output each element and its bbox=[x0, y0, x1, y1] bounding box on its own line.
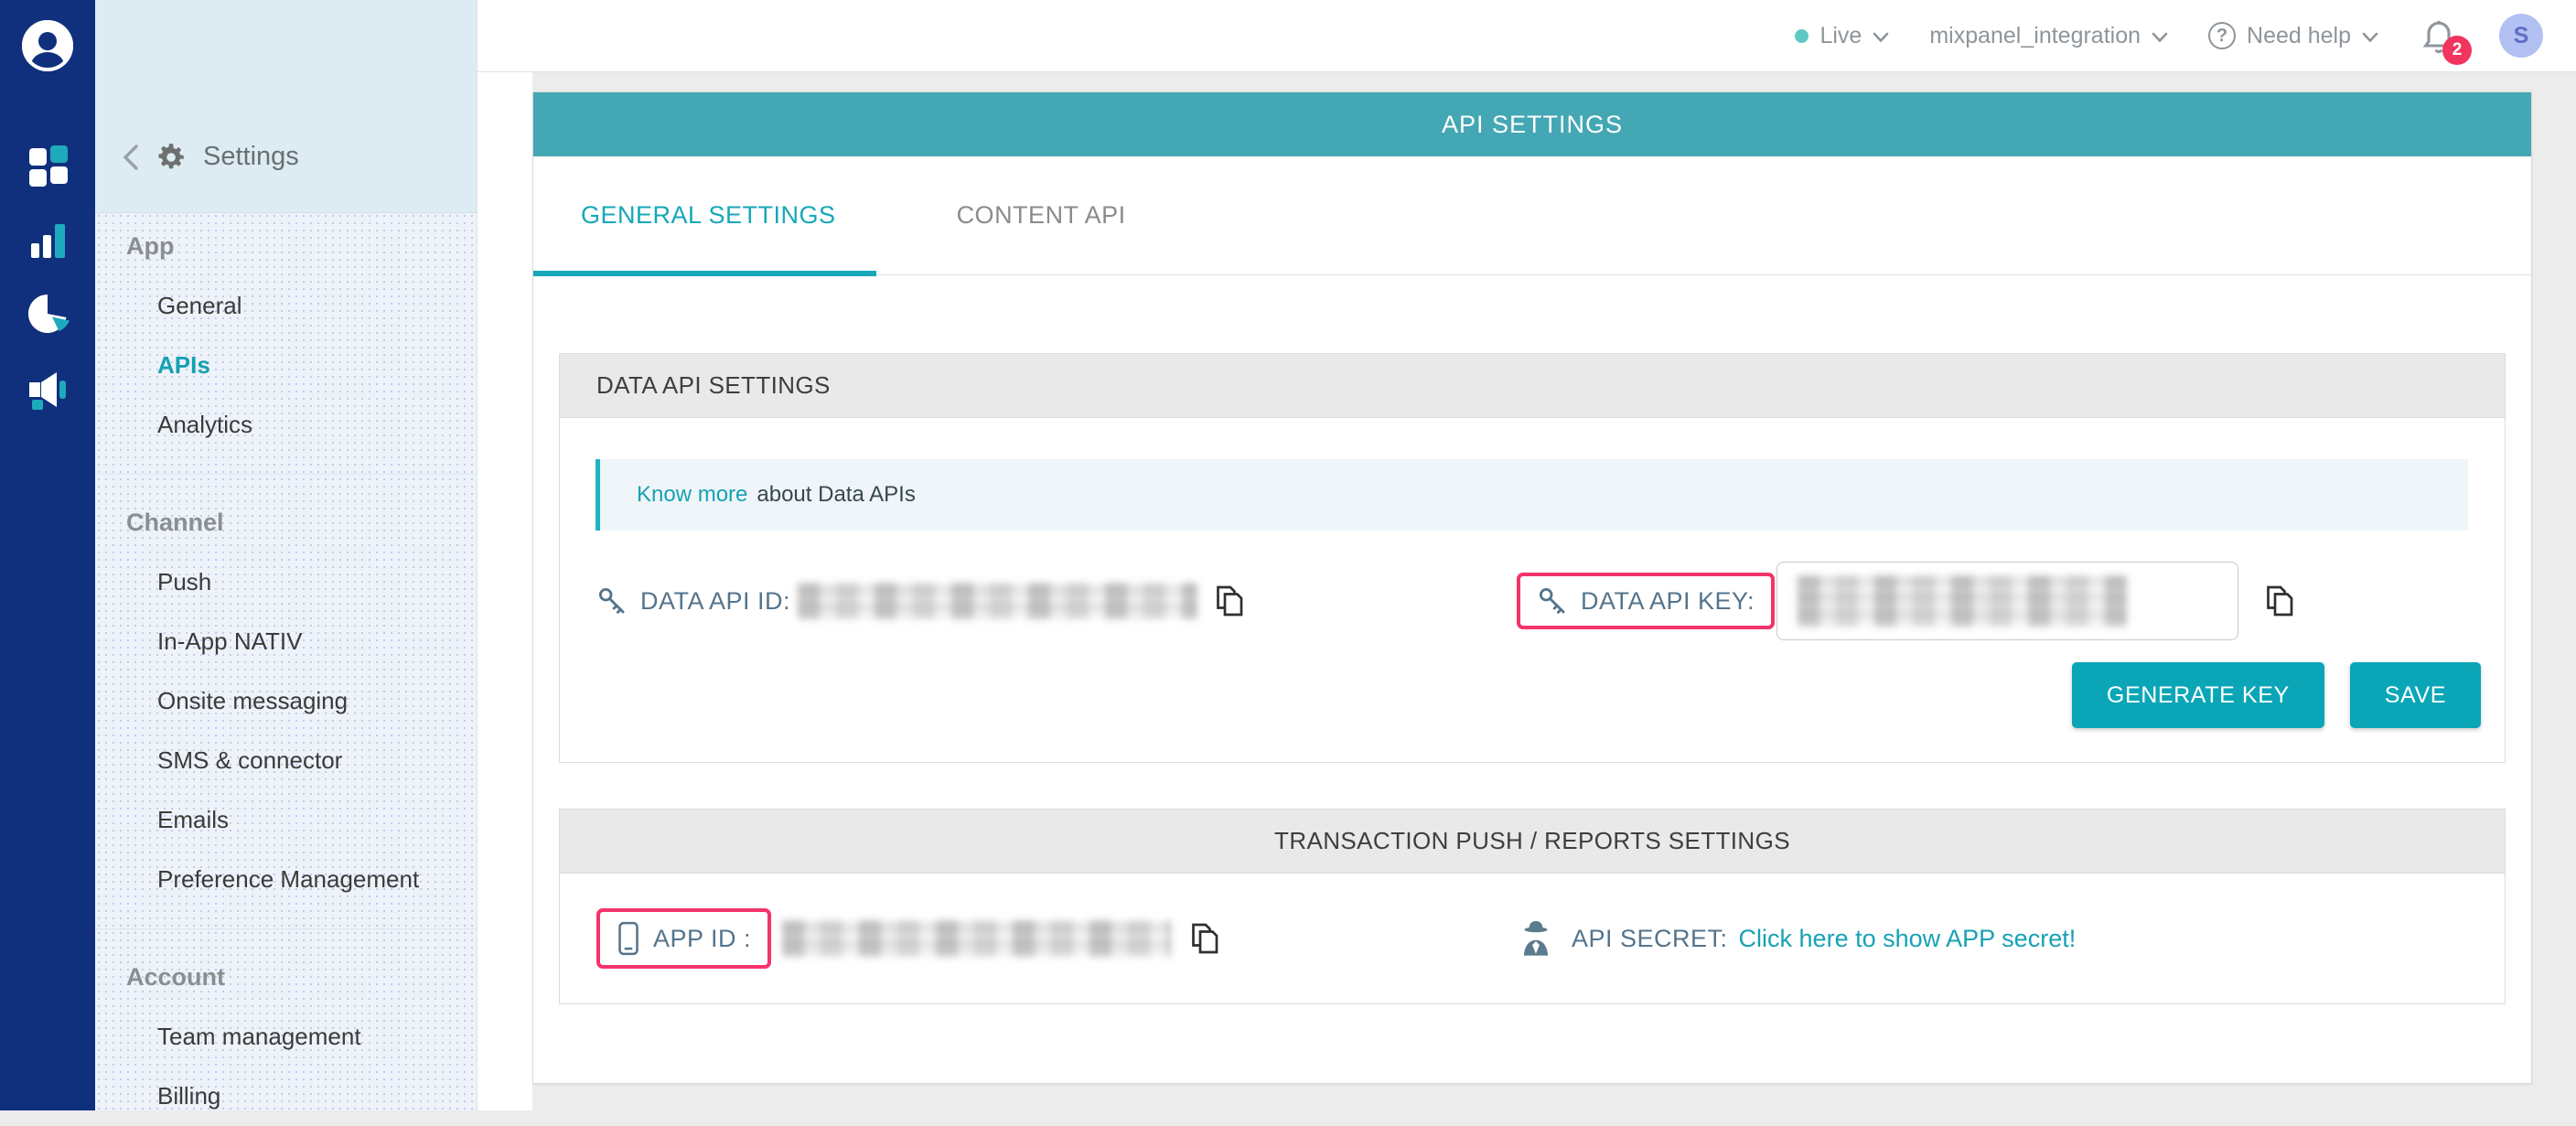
notifications-bell[interactable]: 2 bbox=[2419, 14, 2459, 58]
know-more-text: about Data APIs bbox=[757, 482, 915, 508]
environment-label: Live bbox=[1819, 23, 1862, 49]
copy-icon[interactable] bbox=[2264, 583, 2297, 619]
api-settings-card: API SETTINGS GENERAL SETTINGS CONTENT AP… bbox=[532, 91, 2532, 1084]
data-api-key-label: DATA API KEY: bbox=[1581, 587, 1755, 616]
bar-chart-icon[interactable] bbox=[26, 218, 71, 263]
nav-divider bbox=[95, 455, 477, 493]
data-api-key-input[interactable] bbox=[1776, 562, 2238, 640]
data-api-id-field: DATA API ID: bbox=[596, 583, 1517, 619]
sidebar-item-billing[interactable]: Billing bbox=[95, 1067, 477, 1126]
app-id-value-redacted bbox=[782, 920, 1171, 957]
chevron-down-icon bbox=[2152, 32, 2168, 43]
mobile-phone-icon bbox=[617, 921, 640, 956]
back-chevron-icon[interactable] bbox=[121, 144, 141, 171]
nav-section-account: Account bbox=[95, 948, 477, 1007]
settings-sidebar: Settings App General APIs Analytics Chan… bbox=[95, 0, 478, 1110]
sidebar-item-sms-connector[interactable]: SMS & connector bbox=[95, 731, 477, 790]
settings-nav: App General APIs Analytics Channel Push … bbox=[95, 213, 477, 1126]
data-api-settings-heading: DATA API SETTINGS bbox=[560, 354, 2505, 418]
copy-icon[interactable] bbox=[1214, 583, 1247, 619]
topbar: Live mixpanel_integration ? Need help 2 … bbox=[478, 0, 2576, 72]
key-icon bbox=[596, 585, 628, 617]
copy-icon[interactable] bbox=[1189, 920, 1222, 957]
data-api-id-label: DATA API ID: bbox=[640, 587, 790, 616]
data-api-key-field: DATA API KEY: bbox=[1517, 562, 2468, 640]
app-id-highlight: APP ID : bbox=[596, 908, 771, 969]
chevron-down-icon bbox=[1873, 32, 1889, 43]
nav-section-app: App bbox=[95, 217, 477, 276]
sidebar-item-emails[interactable]: Emails bbox=[95, 790, 477, 850]
dashboard-grid-icon[interactable] bbox=[26, 143, 71, 188]
notification-count-badge: 2 bbox=[2442, 36, 2472, 65]
live-status-dot bbox=[1795, 29, 1809, 43]
know-more-link[interactable]: Know more bbox=[637, 482, 747, 508]
project-name: mixpanel_integration bbox=[1929, 23, 2141, 49]
data-api-id-value-redacted bbox=[798, 583, 1197, 619]
sidebar-item-push[interactable]: Push bbox=[95, 552, 477, 612]
sidebar-item-analytics[interactable]: Analytics bbox=[95, 395, 477, 455]
need-help-dropdown[interactable]: ? Need help bbox=[2208, 22, 2378, 49]
sidebar-item-apis[interactable]: APIs bbox=[95, 336, 477, 395]
sidebar-item-general[interactable]: General bbox=[95, 276, 477, 336]
user-avatar[interactable]: S bbox=[2499, 14, 2543, 58]
tab-content-api[interactable]: CONTENT API bbox=[876, 156, 1166, 274]
key-icon bbox=[1537, 585, 1568, 617]
nav-section-channel: Channel bbox=[95, 493, 477, 552]
data-api-key-value-redacted bbox=[1798, 575, 2127, 627]
app-id-label: APP ID : bbox=[653, 925, 751, 953]
need-help-label: Need help bbox=[2247, 23, 2351, 49]
sidebar-item-team-management[interactable]: Team management bbox=[95, 1007, 477, 1067]
show-app-secret-link[interactable]: Click here to show APP secret! bbox=[1739, 925, 2077, 953]
save-button[interactable]: SAVE bbox=[2350, 662, 2481, 728]
tab-general-settings[interactable]: GENERAL SETTINGS bbox=[533, 156, 876, 274]
data-api-key-highlight: DATA API KEY: bbox=[1517, 573, 1775, 629]
app-id-field: APP ID : bbox=[596, 908, 1517, 969]
generate-key-button[interactable]: GENERATE KEY bbox=[2072, 662, 2324, 728]
brand-logo-icon[interactable] bbox=[22, 20, 73, 71]
sidebar-title: Settings bbox=[203, 142, 299, 172]
sidebar-item-preference-management[interactable]: Preference Management bbox=[95, 850, 477, 909]
settings-sidebar-header: Settings bbox=[95, 0, 477, 213]
api-secret-field: API SECRET: Click here to show APP secre… bbox=[1517, 918, 2468, 959]
page-title: API SETTINGS bbox=[533, 92, 2531, 156]
know-more-banner: Know more about Data APIs bbox=[596, 459, 2468, 531]
project-dropdown[interactable]: mixpanel_integration bbox=[1929, 23, 2168, 49]
question-circle-icon: ? bbox=[2208, 22, 2236, 49]
transaction-push-section: TRANSACTION PUSH / REPORTS SETTINGS APP … bbox=[559, 809, 2506, 1004]
chevron-down-icon bbox=[2362, 32, 2378, 43]
sidebar-item-inapp-nativ[interactable]: In-App NATIV bbox=[95, 612, 477, 671]
api-secret-label: API SECRET: bbox=[1572, 925, 1728, 953]
nav-divider bbox=[95, 909, 477, 948]
content-gutter bbox=[478, 72, 532, 1110]
gear-icon bbox=[157, 143, 187, 172]
environment-dropdown[interactable]: Live bbox=[1795, 23, 1889, 49]
tab-bar: GENERAL SETTINGS CONTENT API bbox=[533, 156, 2531, 275]
megaphone-icon[interactable] bbox=[26, 368, 71, 413]
pie-chart-icon[interactable] bbox=[26, 291, 71, 337]
app-rail bbox=[0, 0, 95, 1110]
sidebar-item-onsite-messaging[interactable]: Onsite messaging bbox=[95, 671, 477, 731]
transaction-push-heading: TRANSACTION PUSH / REPORTS SETTINGS bbox=[560, 810, 2505, 874]
data-api-settings-section: DATA API SETTINGS Know more about Data A… bbox=[559, 353, 2506, 763]
spy-icon bbox=[1517, 918, 1555, 959]
